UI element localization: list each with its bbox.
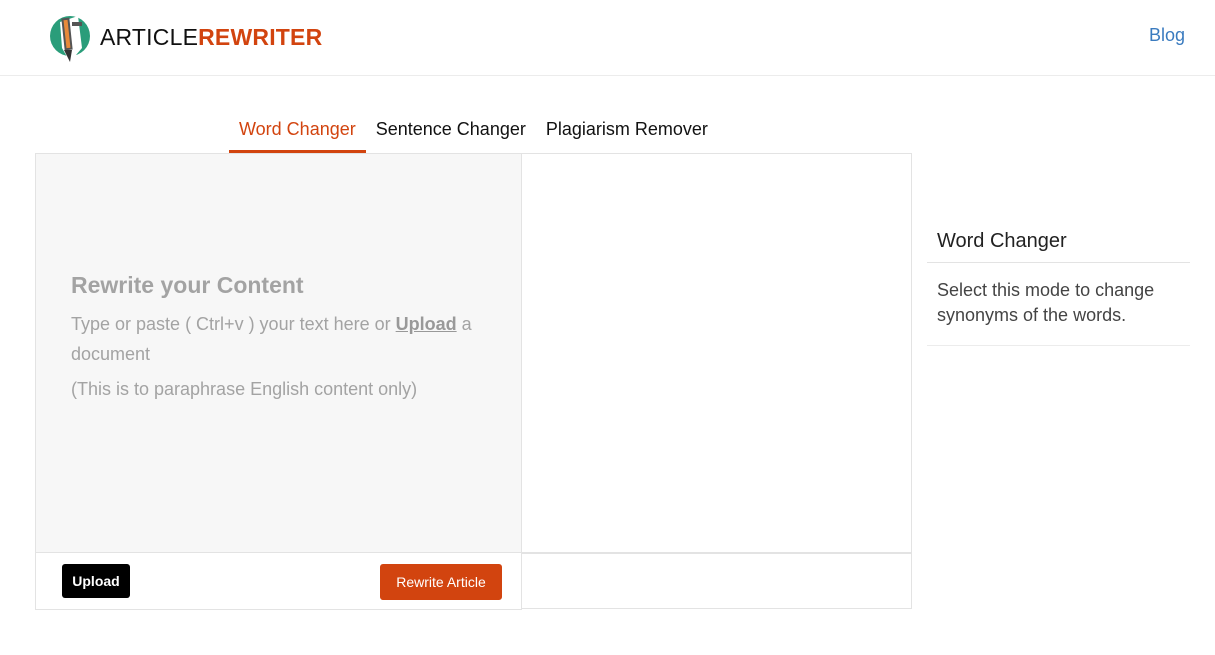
blog-link[interactable]: Blog bbox=[1149, 25, 1185, 46]
placeholder-title: Rewrite your Content bbox=[71, 272, 304, 298]
upload-link[interactable]: Upload bbox=[396, 314, 457, 334]
input-text-area[interactable]: Rewrite your Content Type or paste ( Ctr… bbox=[35, 153, 522, 553]
mode-tabs: Word Changer Sentence Changer Plagiarism… bbox=[229, 108, 718, 153]
rewrite-article-button[interactable]: Rewrite Article bbox=[380, 564, 502, 600]
logo-text-article: ARTICLE bbox=[100, 23, 199, 50]
output-footer bbox=[521, 553, 912, 609]
input-footer: Upload Rewrite Article bbox=[35, 553, 522, 610]
mode-info-description: Select this mode to change synonyms of t… bbox=[927, 263, 1190, 346]
logo-text-rewriter: REWRITER bbox=[198, 23, 323, 50]
tab-sentence-changer[interactable]: Sentence Changer bbox=[366, 108, 536, 153]
logo-text: ARTICLEREWRITER bbox=[100, 23, 323, 50]
pencil-document-icon bbox=[50, 16, 90, 62]
mode-info-title: Word Changer bbox=[927, 222, 1190, 263]
site-logo[interactable]: ARTICLEREWRITER bbox=[48, 8, 322, 66]
editor-area: Rewrite your Content Type or paste ( Ctr… bbox=[35, 153, 912, 610]
placeholder-prefix: Type or paste ( Ctrl+v ) your text here … bbox=[71, 314, 396, 334]
input-placeholder: Rewrite your Content Type or paste ( Ctr… bbox=[71, 272, 491, 404]
placeholder-instructions: Type or paste ( Ctrl+v ) your text here … bbox=[71, 309, 491, 369]
output-text-area[interactable] bbox=[521, 153, 912, 553]
mode-info-panel: Word Changer Select this mode to change … bbox=[927, 222, 1190, 346]
placeholder-note: (This is to paraphrase English content o… bbox=[71, 379, 418, 399]
upload-button[interactable]: Upload bbox=[62, 564, 130, 598]
site-header: ARTICLEREWRITER Blog bbox=[0, 0, 1215, 76]
tab-plagiarism-remover[interactable]: Plagiarism Remover bbox=[536, 108, 718, 153]
tab-word-changer[interactable]: Word Changer bbox=[229, 108, 366, 153]
